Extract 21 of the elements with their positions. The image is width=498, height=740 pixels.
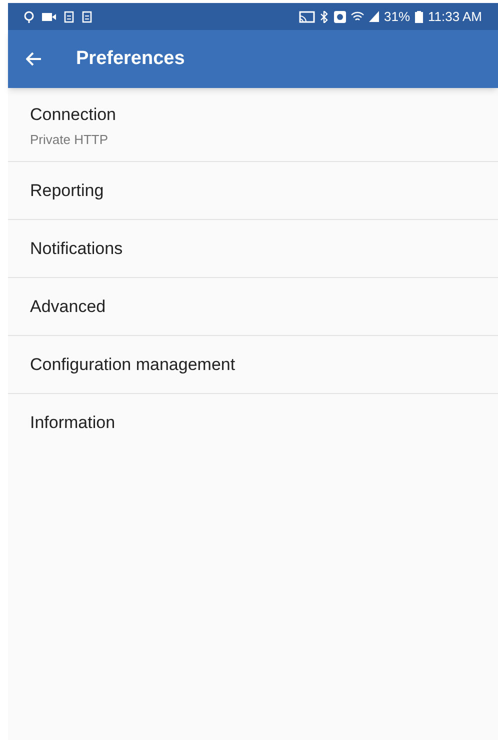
document-icon (64, 10, 74, 22)
preference-title: Connection (30, 104, 118, 126)
preference-item[interactable]: Advanced (8, 278, 498, 336)
preference-summary: Private HTTP (30, 130, 110, 148)
preference-item[interactable]: Notifications (8, 220, 498, 278)
preference-item[interactable]: Reporting (8, 162, 498, 220)
preference-item[interactable]: Information (8, 394, 498, 452)
location-icon (24, 10, 34, 22)
battery-percentage: 31% (384, 8, 410, 26)
wifi-icon (351, 11, 364, 22)
battery-icon (415, 10, 424, 22)
cast-icon (299, 10, 315, 22)
document-icon (82, 10, 92, 22)
preference-item[interactable]: Connection Private HTTP (8, 90, 498, 162)
preference-item[interactable]: Configuration management (8, 336, 498, 394)
bluetooth-icon (320, 10, 329, 22)
clock-time: 11:33 AM (428, 8, 482, 26)
back-arrow-icon (26, 52, 42, 66)
signal-icon (369, 11, 379, 22)
screen-title: Preferences (76, 46, 185, 71)
camera-icon (42, 12, 56, 20)
